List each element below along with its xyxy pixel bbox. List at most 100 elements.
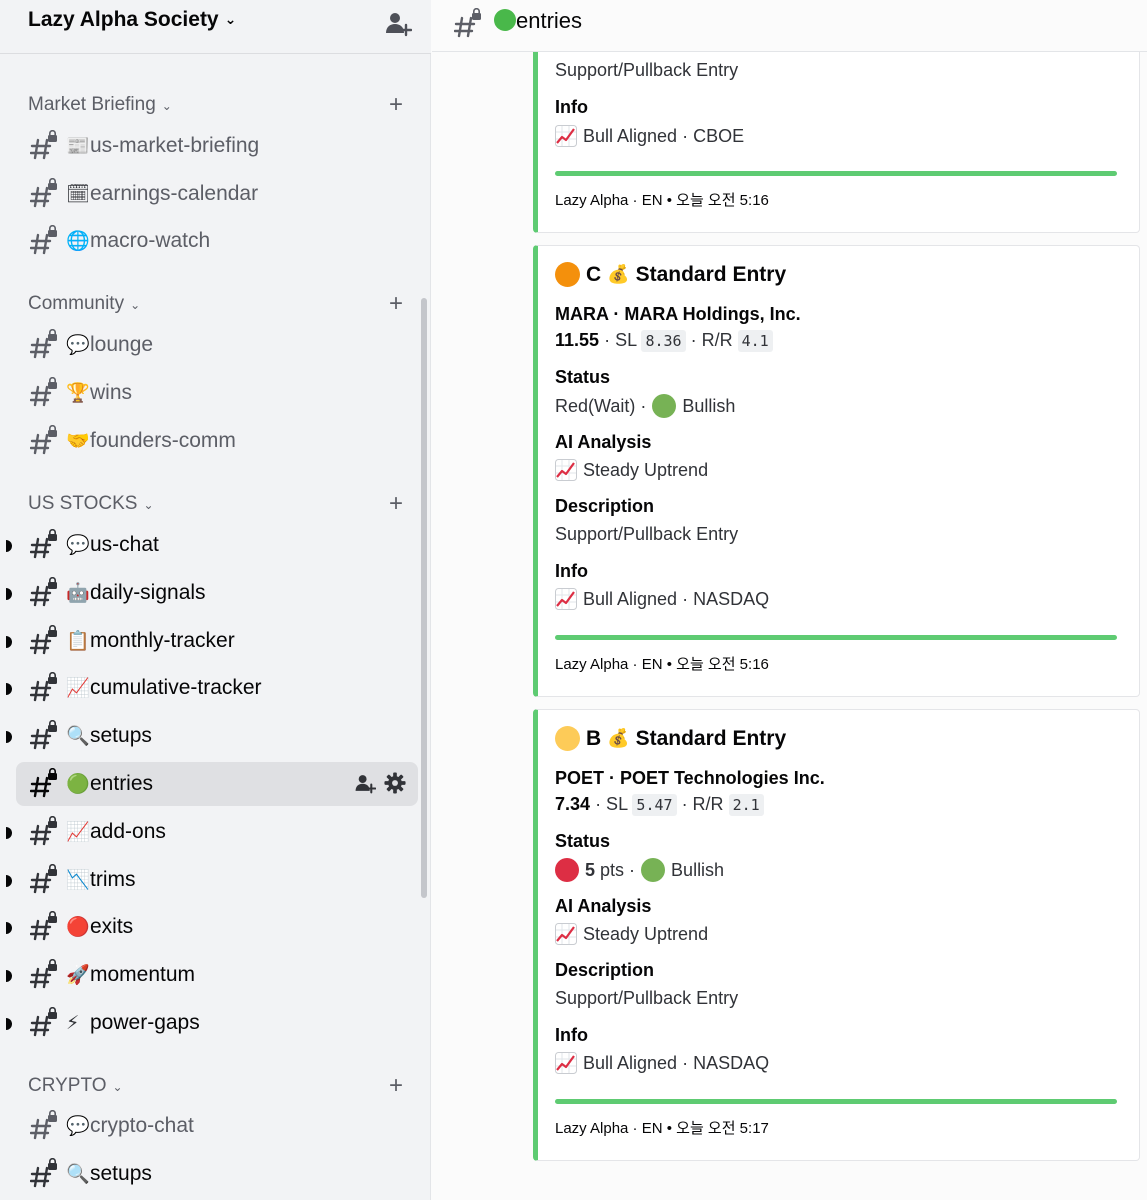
channel-crypto-setups[interactable]: 🔍 setups [16,1152,418,1196]
category-market-briefing[interactable]: Market Briefing ⌄ [28,94,172,118]
locked-channel-icon [30,577,58,607]
channel-exits[interactable]: 🔴 exits [16,905,418,949]
channel-name: entries [90,772,154,795]
yellow-circle-icon [555,726,580,751]
risk-reward-value: 4.1 [737,330,773,352]
ai-analysis-value: Steady Uptrend [555,459,708,481]
category-crypto[interactable]: CRYPTO ⌄ [28,1075,123,1099]
server-header[interactable]: Lazy Alpha Society ⌄ [0,0,431,54]
add-channel-icon[interactable]: + [386,492,406,517]
channel-actions [354,772,406,794]
channel-earnings-calendar[interactable]: 🗓 earnings-calendar [16,172,418,216]
channel-daily-signals[interactable]: 🤖 daily-signals [16,571,418,615]
stop-loss-value: 8.36 [641,330,686,352]
locked-channel-icon [30,1110,58,1140]
channel-us-market-briefing[interactable]: 📰 us-market-briefing [16,124,418,168]
unread-indicator [6,970,12,982]
description-value: Support/Pullback Entry [555,60,739,80]
speech-bubble-icon: 💬 [66,334,90,356]
locked-channel-icon [30,425,58,455]
locked-channel-icon [30,911,58,941]
unread-indicator [6,827,12,839]
channel-name: us-chat [90,533,159,556]
channel-lounge[interactable]: 💬 lounge [16,323,418,367]
server-name-button[interactable]: Lazy Alpha Society ⌄ [28,8,236,32]
chart-increasing-icon: 📈 [66,821,90,843]
calendar-icon: 🗓 [66,183,91,205]
gear-icon[interactable] [384,772,406,794]
sidebar-scrollbar[interactable] [421,298,427,898]
unread-indicator [6,540,12,552]
channel-monthly-tracker[interactable]: 📋 monthly-tracker [16,619,418,663]
embed-title: B 💰 Standard Entry [555,726,786,751]
trend-text: Bullish [671,859,725,880]
channel-founders-comm[interactable]: 🤝 founders-comm [16,419,418,463]
description-value: Support/Pullback Entry [555,524,739,544]
category-community[interactable]: Community ⌄ [28,293,140,317]
embed-footer: Lazy Alpha · EN • 오늘 오전 5:16 [555,656,769,673]
grade-label: C [586,262,602,286]
channel-macro-watch[interactable]: 🌐 macro-watch [16,219,418,263]
stop-loss-label: · SL [595,794,628,814]
status-text: Red(Wait) · [555,395,647,416]
ai-analysis-value: Steady Uptrend [555,923,708,945]
locked-channel-icon [30,625,58,655]
locked-channel-icon [30,178,58,208]
handshake-icon: 🤝 [66,430,90,452]
red-circle-icon: 🔴 [66,916,90,938]
chart-increasing-icon [555,459,577,481]
embed-footer: Lazy Alpha · EN • 오늘 오전 5:17 [555,1120,769,1137]
channel-add-ons[interactable]: 📈 add-ons [16,810,418,854]
magnifier-icon: 🔍 [66,725,90,747]
invite-icon[interactable] [354,772,376,794]
ai-analysis-text: Steady Uptrend [583,459,709,480]
ai-analysis-label: AI Analysis [555,432,652,452]
status-label: Status [555,831,611,851]
channel-us-chat[interactable]: 💬 us-chat [16,523,418,567]
unread-indicator [6,636,12,648]
channel-name: momentum [90,963,196,986]
embed-footer: Lazy Alpha · EN • 오늘 오전 5:16 [555,192,769,209]
status-label: Status [555,367,611,387]
green-circle-icon [494,9,516,31]
chevron-down-icon: ⌄ [112,1080,123,1094]
ai-analysis-label: AI Analysis [555,896,652,916]
chevron-down-icon: ⌄ [224,11,237,27]
channel-name: wins [90,381,133,404]
channel-wins[interactable]: 🏆 wins [16,371,418,415]
info-text: Bull Aligned · CBOE [583,125,745,146]
chart-increasing-icon [555,588,577,610]
ticker-name: POET · POET Technologies Inc. [555,768,825,788]
ai-analysis-text: Steady Uptrend [583,923,709,944]
add-channel-icon[interactable]: + [386,93,406,118]
channel-momentum[interactable]: 🚀 momentum [16,953,418,997]
risk-reward-label: · R/R [690,330,733,350]
add-member-icon[interactable] [384,9,412,37]
grade-label: B [586,726,602,750]
channel-power-gaps[interactable]: ⚡ power-gaps [16,1001,418,1045]
trend-text: Bullish [682,395,736,416]
chart-increasing-icon [555,125,577,147]
channel-entries[interactable]: 🟢 entries [16,762,418,806]
magnifier-icon: 🔍 [66,1163,90,1185]
unread-indicator [6,731,12,743]
info-text: Bull Aligned · NASDAQ [583,588,770,609]
channel-name: power-gaps [90,1011,200,1034]
entry-price: 11.55 [555,330,600,350]
channel-cumulative-tracker[interactable]: 📈 cumulative-tracker [16,666,418,710]
add-channel-icon[interactable]: + [386,292,406,317]
embed-progress-bar [555,1099,1117,1104]
speech-bubble-icon: 💬 [66,1115,90,1137]
category-label: Market Briefing [28,94,156,115]
chart-increasing-icon [555,923,577,945]
add-channel-icon[interactable]: + [386,1074,406,1099]
speech-bubble-icon: 💬 [66,534,90,556]
chart-decreasing-icon: 📉 [66,869,90,891]
info-value: Bull Aligned · NASDAQ [555,588,769,610]
channel-crypto-chat[interactable]: 💬 crypto-chat [16,1104,418,1148]
category-us-stocks[interactable]: US STOCKS ⌄ [28,493,154,517]
channel-trims[interactable]: 📉 trims [16,858,418,902]
points-value: 5 [585,859,596,880]
channel-setups[interactable]: 🔍 setups [16,714,418,758]
embed-title: C 💰 Standard Entry [555,262,786,287]
